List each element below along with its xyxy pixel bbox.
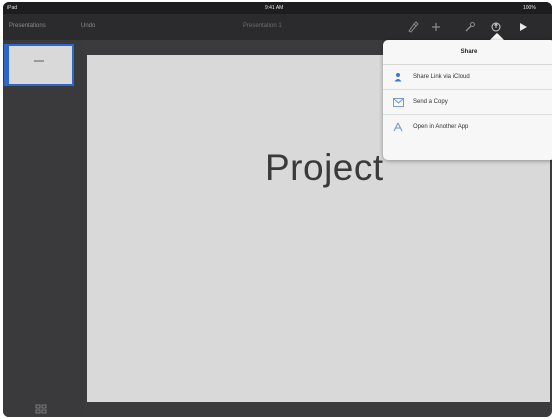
status-time: 9:41 AM <box>265 5 284 11</box>
slide-title[interactable]: Project <box>265 147 384 189</box>
open-another-app-label: Open in Another App <box>413 124 469 130</box>
share-link-icloud-item[interactable]: Share Link via iCloud <box>383 65 552 90</box>
status-battery: 100% <box>523 5 536 11</box>
ipad-screen: iPad 9:41 AM 100% Presentations Undo Pre… <box>3 2 552 417</box>
brush-icon[interactable] <box>406 20 420 34</box>
slide-thumbnail[interactable] <box>4 44 74 86</box>
wrench-icon[interactable] <box>463 20 477 34</box>
slide-navigator <box>3 40 85 417</box>
play-icon[interactable] <box>516 20 530 34</box>
share-icon[interactable] <box>489 20 503 34</box>
plus-icon[interactable] <box>429 20 443 34</box>
undo-button[interactable]: Undo <box>81 23 95 29</box>
open-another-app-item[interactable]: Open in Another App <box>383 115 552 139</box>
thumbnail-title <box>34 60 44 62</box>
send-copy-item[interactable]: Send a Copy <box>383 90 552 115</box>
app-icon <box>391 122 405 132</box>
popover-title: Share <box>383 40 552 65</box>
person-icon <box>391 72 405 82</box>
send-copy-label: Send a Copy <box>413 99 448 105</box>
toolbar: Presentations Undo Presentation 1 <box>3 14 552 40</box>
share-popover: Share Share Link via iCloud Send a Copy … <box>383 40 552 160</box>
share-link-label: Share Link via iCloud <box>413 74 470 80</box>
status-bar: iPad 9:41 AM 100% <box>3 2 552 14</box>
status-carrier: iPad <box>7 5 18 11</box>
envelope-icon <box>391 97 405 107</box>
grid-view-icon[interactable] <box>35 401 47 414</box>
presentations-back-button[interactable]: Presentations <box>9 23 46 29</box>
selection-indicator <box>6 46 9 84</box>
document-title[interactable]: Presentation 1 <box>243 23 282 29</box>
